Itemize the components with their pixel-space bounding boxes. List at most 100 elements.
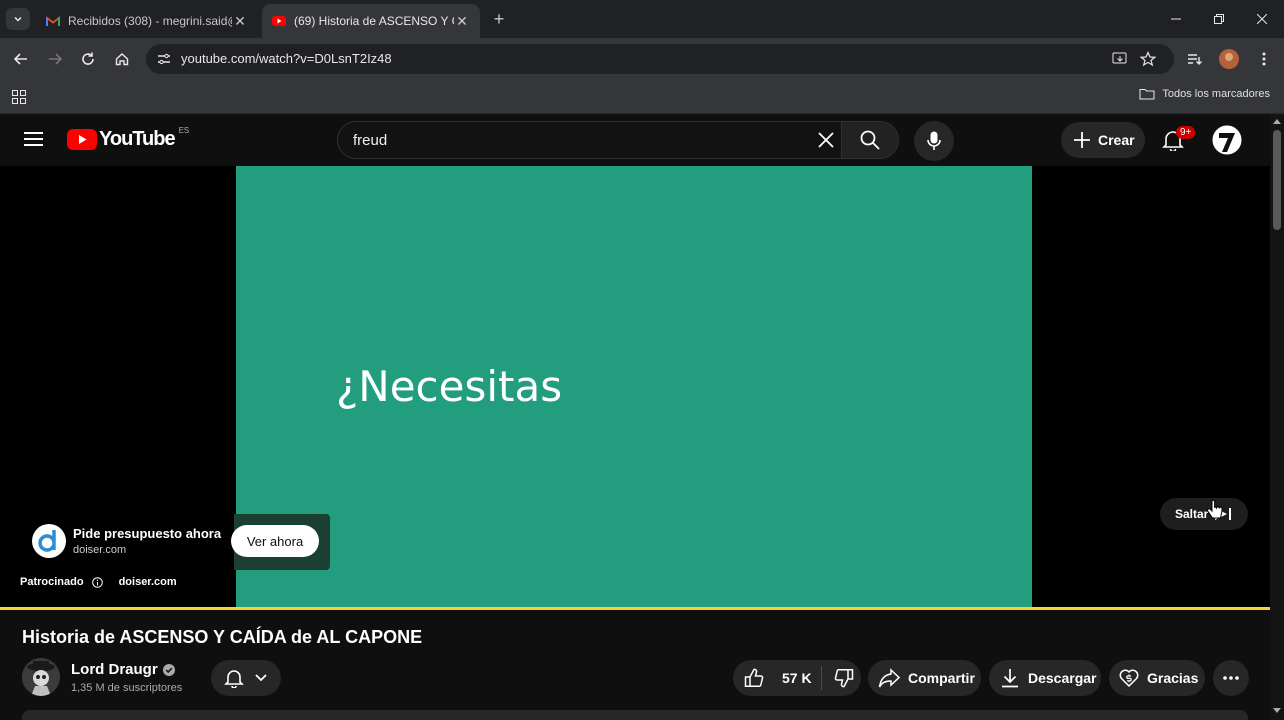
bell-icon xyxy=(224,670,244,688)
search-button[interactable] xyxy=(841,121,899,159)
video-title: Historia de ASCENSO Y CAÍDA de AL CAPONE xyxy=(22,627,423,647)
browser-menu-button[interactable] xyxy=(1252,47,1276,71)
tab-search-button[interactable] xyxy=(6,8,30,30)
star-icon[interactable] xyxy=(1140,51,1156,67)
page-scrollbar[interactable] xyxy=(1270,114,1284,720)
ad-progress-bar[interactable] xyxy=(0,607,1270,610)
verified-check-icon xyxy=(162,663,175,676)
thanks-label: Gracias xyxy=(1147,670,1199,686)
account-avatar[interactable] xyxy=(1211,124,1243,156)
arrow-left-icon xyxy=(14,53,27,65)
site-settings-icon[interactable] xyxy=(157,52,171,66)
forward-button[interactable] xyxy=(43,47,67,71)
youtube-header: YouTube ES freud Crear 9+ xyxy=(0,114,1270,166)
subscriber-count: 1,35 M de suscriptores xyxy=(71,682,183,694)
video-frame[interactable]: ¿Necesitas xyxy=(236,166,1032,610)
sponsor-domain[interactable]: doiser.com xyxy=(119,576,177,588)
close-icon xyxy=(1257,14,1267,24)
bookmarks-bar: Todos los marcadores xyxy=(0,80,1284,114)
download-label: Descargar xyxy=(1028,670,1097,686)
tab-gmail[interactable]: Recibidos (308) - megrini.said@ ✕ xyxy=(36,4,258,38)
search-query: freud xyxy=(353,132,388,149)
apps-grid-icon[interactable] xyxy=(12,90,26,104)
reload-button[interactable] xyxy=(76,47,100,71)
doiser-logo-icon xyxy=(38,530,56,552)
minimize-button[interactable] xyxy=(1154,0,1198,38)
voice-search-button[interactable] xyxy=(914,121,954,161)
plus-icon xyxy=(1074,132,1090,148)
region-code: ES xyxy=(178,126,190,135)
home-icon xyxy=(115,53,129,66)
more-actions-button[interactable] xyxy=(1213,660,1249,696)
ad-sponsor-info: Patrocinado doiser.com xyxy=(20,576,177,588)
subscription-bell-button[interactable] xyxy=(211,660,281,696)
advertiser-logo[interactable] xyxy=(32,524,66,558)
reading-list-button[interactable] xyxy=(1183,47,1207,71)
ad-card: Pide presupuesto ahora doiser.com Ver ah… xyxy=(20,514,330,570)
tab-title: (69) Historia de ASCENSO Y CA xyxy=(294,14,454,28)
ad-title[interactable]: Pide presupuesto ahora xyxy=(73,526,221,541)
create-button[interactable]: Crear xyxy=(1061,122,1145,158)
thanks-button[interactable]: Gracias xyxy=(1109,660,1205,696)
ad-cta-button[interactable]: Ver ahora xyxy=(231,525,319,557)
back-button[interactable] xyxy=(9,47,33,71)
share-label: Compartir xyxy=(908,670,975,686)
profile-avatar-icon xyxy=(1219,49,1239,69)
sponsored-label: Patrocinado xyxy=(20,576,84,588)
hamburger-menu-icon[interactable] xyxy=(24,131,43,147)
create-label: Crear xyxy=(1098,132,1135,148)
scroll-down-icon[interactable] xyxy=(1273,708,1281,714)
close-window-button[interactable] xyxy=(1240,0,1284,38)
browser-toolbar: youtube.com/watch?v=D0LsnT2Iz48 xyxy=(0,38,1284,80)
restore-icon xyxy=(1214,14,1224,24)
scrollbar-thumb[interactable] xyxy=(1273,130,1281,230)
thumbs-up-icon xyxy=(744,668,764,687)
playlist-icon xyxy=(1188,54,1202,65)
like-dislike-group: 57 K xyxy=(733,660,861,696)
folder-icon xyxy=(1139,89,1155,100)
install-app-icon[interactable] xyxy=(1112,51,1128,67)
channel-avatar[interactable] xyxy=(22,658,60,696)
channel-avatar-icon xyxy=(22,658,60,696)
skip-label: Saltar xyxy=(1175,507,1209,521)
new-tab-button[interactable]: + xyxy=(488,8,510,30)
video-player[interactable]: ¿Necesitas Pide presupuesto ahora doiser… xyxy=(0,166,1270,610)
clear-search-icon[interactable] xyxy=(818,132,834,148)
chevron-down-icon xyxy=(255,674,267,682)
search-input[interactable]: freud xyxy=(337,121,841,159)
share-icon xyxy=(878,668,900,688)
youtube-logo-text: YouTube xyxy=(99,128,176,150)
url-text: youtube.com/watch?v=D0LsnT2Iz48 xyxy=(181,51,392,66)
address-bar[interactable]: youtube.com/watch?v=D0LsnT2Iz48 xyxy=(146,44,1174,74)
download-button[interactable]: Descargar xyxy=(989,660,1101,696)
restore-button[interactable] xyxy=(1197,0,1241,38)
microphone-icon xyxy=(927,131,941,150)
info-icon[interactable] xyxy=(91,576,103,588)
chevron-down-icon xyxy=(14,16,22,22)
like-button[interactable]: 57 K xyxy=(744,666,822,690)
hand-cursor-icon xyxy=(1207,500,1223,519)
thumbs-down-icon xyxy=(834,669,854,688)
dislike-button[interactable] xyxy=(834,668,854,688)
download-icon xyxy=(1002,669,1018,688)
share-button[interactable]: Compartir xyxy=(868,660,981,696)
channel-name[interactable]: Lord Draugr xyxy=(71,661,158,678)
description-box[interactable] xyxy=(22,710,1248,720)
channel-name-row: Lord Draugr xyxy=(71,661,175,678)
reload-icon xyxy=(82,52,94,65)
all-bookmarks-label: Todos los marcadores xyxy=(1162,88,1270,100)
tab-youtube[interactable]: (69) Historia de ASCENSO Y CA ✕ xyxy=(262,4,480,38)
more-horiz-icon xyxy=(1223,676,1239,680)
video-overlay-text: ¿Necesitas xyxy=(336,362,563,411)
profile-avatar[interactable] xyxy=(1217,47,1241,71)
close-tab-icon[interactable]: ✕ xyxy=(454,13,470,29)
all-bookmarks-folder[interactable]: Todos los marcadores xyxy=(1139,88,1270,100)
skip-ad-button[interactable]: Saltar xyxy=(1160,498,1248,530)
like-count: 57 K xyxy=(782,670,812,686)
notification-count-badge: 9+ xyxy=(1176,126,1196,139)
home-button[interactable] xyxy=(110,47,134,71)
tab-title: Recibidos (308) - megrini.said@ xyxy=(68,14,232,28)
youtube-logo[interactable]: YouTube ES xyxy=(67,126,190,151)
scroll-up-icon[interactable] xyxy=(1273,118,1281,124)
close-tab-icon[interactable]: ✕ xyxy=(232,13,248,29)
